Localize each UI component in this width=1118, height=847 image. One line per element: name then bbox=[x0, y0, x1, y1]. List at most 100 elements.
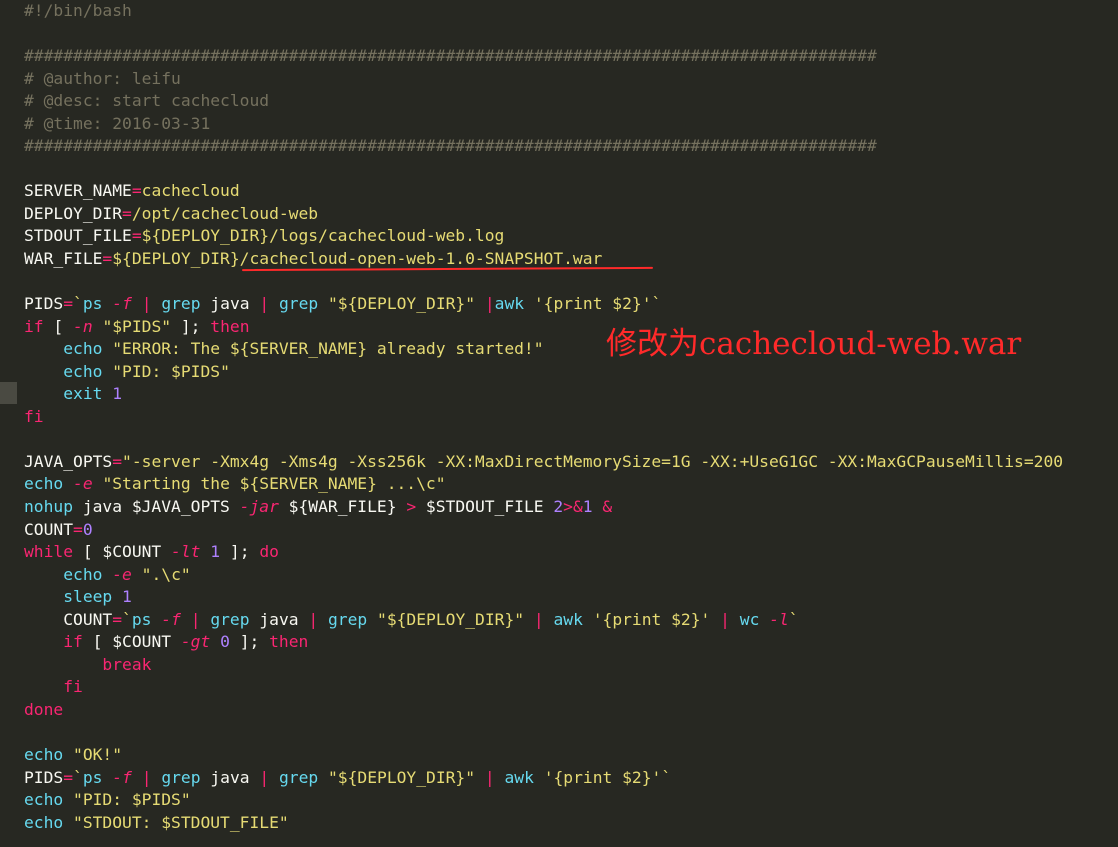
code-token: java bbox=[200, 767, 260, 787]
code-token: = bbox=[63, 294, 74, 314]
code-token: awk bbox=[494, 294, 525, 314]
code-token: = bbox=[131, 181, 142, 201]
code-token: [ $COUNT bbox=[73, 542, 172, 562]
code-token: cachecloud bbox=[141, 181, 240, 201]
code-token: -e bbox=[112, 564, 132, 584]
code-line: while [ $COUNT -lt 1 ]; do bbox=[24, 541, 1118, 564]
code-line: echo -e "Starting the ${SERVER_NAME} ...… bbox=[24, 473, 1118, 496]
code-token: echo bbox=[24, 474, 64, 494]
code-line: PIDS=`ps -f | grep java | grep "${DEPLOY… bbox=[24, 293, 1118, 316]
code-token: | bbox=[720, 609, 730, 629]
code-token: PIDS bbox=[24, 767, 64, 787]
code-token: echo bbox=[24, 812, 64, 832]
code-token: ${WAR_FILE} bbox=[278, 497, 407, 517]
code-token: ]; bbox=[171, 316, 211, 336]
code-token: "-server -Xmx4g -Xms4g -Xss256k -XX:MaxD… bbox=[122, 451, 1064, 471]
code-token: echo bbox=[63, 564, 103, 584]
code-line: DEPLOY_DIR=/opt/cachecloud-web bbox=[24, 203, 1118, 226]
code-token: = bbox=[73, 519, 83, 539]
code-token: -f bbox=[112, 767, 132, 787]
code-token: grep bbox=[210, 609, 250, 629]
code-token: SERVER_NAME bbox=[24, 181, 132, 201]
code-token: [ $COUNT bbox=[82, 632, 181, 652]
code-token: fi bbox=[24, 406, 44, 426]
code-token: ` bbox=[73, 767, 83, 787]
code-token: grep bbox=[278, 294, 319, 314]
code-line: break bbox=[24, 654, 1118, 677]
code-token: awk bbox=[553, 609, 583, 629]
code-token: fi bbox=[63, 677, 83, 697]
code-line: if [ $COUNT -gt 0 ]; then bbox=[24, 631, 1118, 654]
code-token: 1 bbox=[122, 587, 132, 607]
code-token: $STDOUT_FILE bbox=[416, 497, 554, 517]
code-line: JAVA_OPTS="-server -Xmx4g -Xms4g -Xss256… bbox=[24, 451, 1118, 474]
code-token: [ bbox=[43, 316, 74, 336]
code-token: DEPLOY_DIR bbox=[24, 203, 123, 223]
code-token: # @time: 2016-03-31 bbox=[24, 113, 211, 133]
code-token: then bbox=[269, 632, 309, 652]
code-line: # @time: 2016-03-31 bbox=[24, 113, 1118, 136]
code-token: "ERROR: The ${SERVER_NAME} already start… bbox=[102, 339, 544, 359]
code-token: = bbox=[112, 609, 123, 629]
code-token: "Starting the ${SERVER_NAME} ...\c" bbox=[92, 474, 446, 494]
code-token: -n bbox=[73, 316, 93, 336]
code-token: = bbox=[63, 767, 74, 787]
code-token: ".\c" bbox=[131, 564, 191, 584]
code-token: 2 bbox=[553, 497, 564, 517]
code-token: ps bbox=[82, 294, 103, 314]
code-token: echo bbox=[63, 339, 103, 359]
code-token: -e bbox=[73, 474, 93, 494]
code-token: java bbox=[249, 609, 309, 629]
code-line: PIDS=`ps -f | grep java | grep "${DEPLOY… bbox=[24, 767, 1118, 790]
code-token: | bbox=[533, 609, 544, 629]
code-token: > bbox=[406, 497, 417, 517]
code-token: ` bbox=[788, 609, 799, 629]
code-token: "PID: $PIDS" bbox=[63, 790, 191, 810]
code-token: | bbox=[484, 294, 495, 314]
code-token: grep bbox=[161, 294, 201, 314]
code-token: if bbox=[24, 316, 44, 336]
code-token: = bbox=[131, 226, 142, 246]
code-line: sleep 1 bbox=[24, 586, 1118, 609]
code-token: grep bbox=[278, 767, 319, 787]
code-token: '{print $2}' bbox=[582, 609, 721, 629]
code-token: | bbox=[259, 767, 270, 787]
code-line: # @desc: start cachecloud bbox=[24, 90, 1118, 113]
code-line: ########################################… bbox=[24, 135, 1118, 158]
code-line: # @author: leifu bbox=[24, 68, 1118, 91]
code-token: do bbox=[259, 542, 279, 562]
code-area[interactable]: #!/bin/bash ############################… bbox=[24, 0, 1118, 834]
code-token: # @author: leifu bbox=[24, 68, 181, 88]
code-token: '{print $2}'` bbox=[533, 767, 672, 787]
code-line: COUNT=0 bbox=[24, 519, 1118, 542]
code-token: while bbox=[24, 542, 74, 562]
code-token: #!/bin/bash bbox=[24, 1, 132, 20]
code-token: -lt bbox=[171, 542, 201, 562]
gutter-line-marker bbox=[0, 382, 17, 404]
code-token: = bbox=[122, 203, 132, 223]
code-line: done bbox=[24, 699, 1118, 722]
code-token: sleep bbox=[63, 587, 113, 607]
code-editor[interactable]: #!/bin/bash ############################… bbox=[0, 0, 1118, 847]
code-token: = bbox=[112, 451, 123, 471]
code-token: STDOUT_FILE bbox=[24, 226, 132, 246]
code-token: grep bbox=[328, 609, 368, 629]
